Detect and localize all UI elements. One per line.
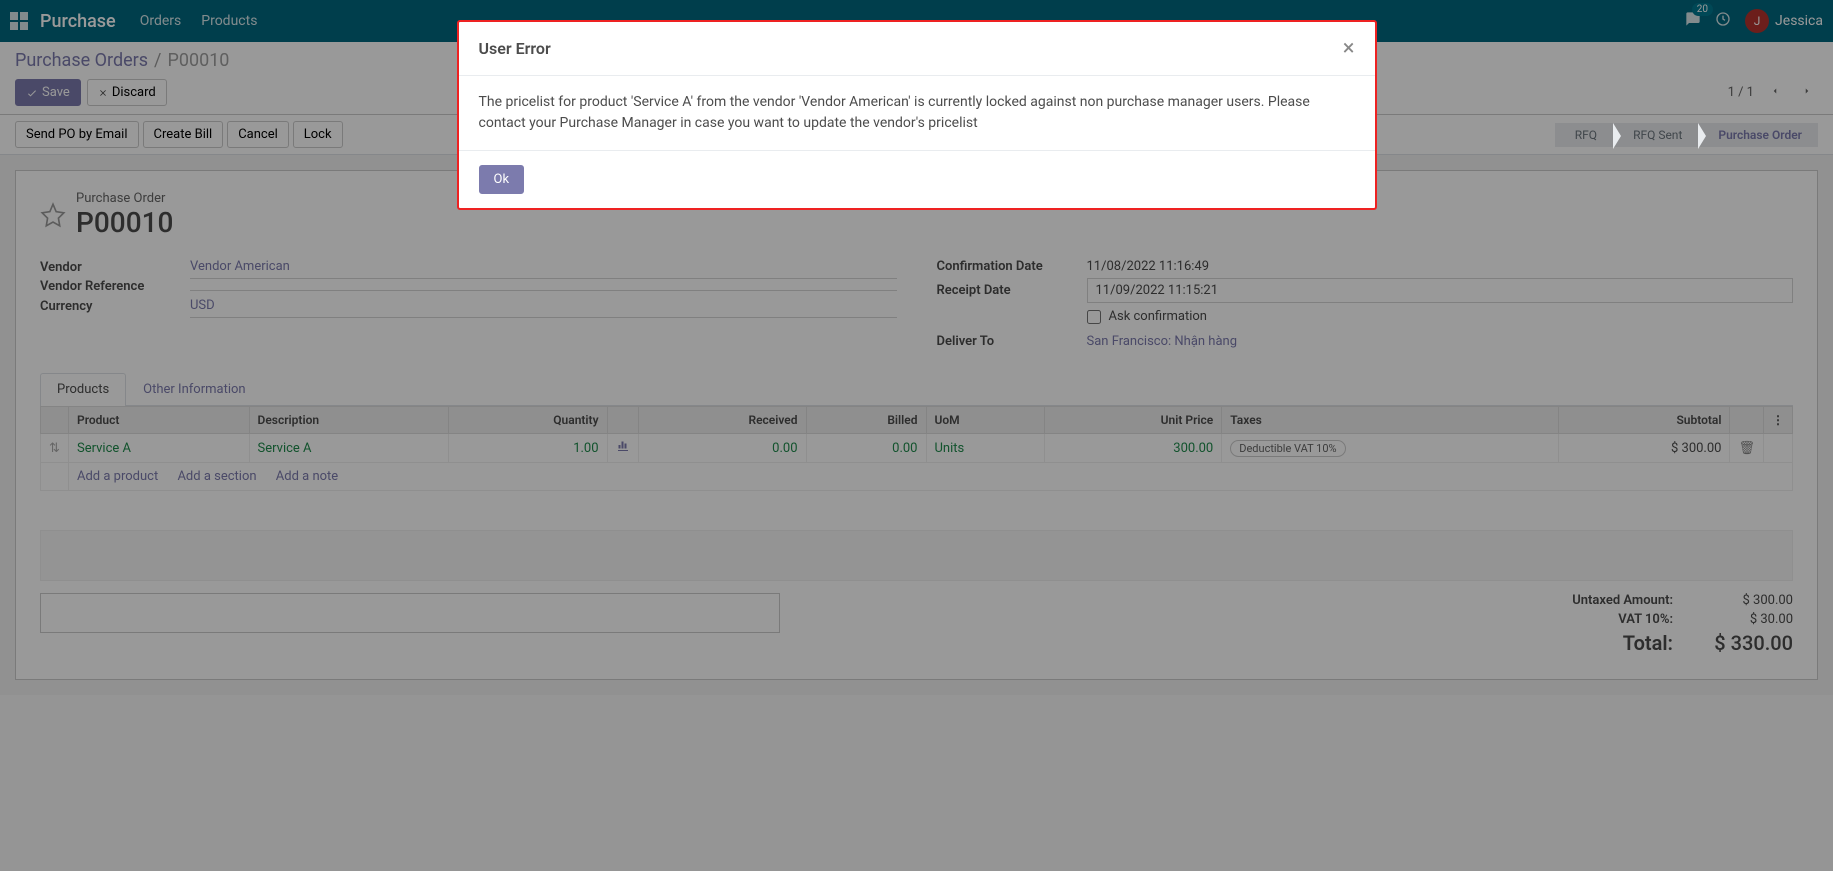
modal-body: The pricelist for product 'Service A' fr… [459,76,1375,150]
error-modal: User Error × The pricelist for product '… [457,20,1377,210]
modal-title: User Error [479,39,551,58]
modal-close-button[interactable]: × [1343,36,1355,61]
modal-ok-button[interactable]: Ok [479,165,525,194]
modal-backdrop[interactable]: User Error × The pricelist for product '… [0,0,1833,871]
